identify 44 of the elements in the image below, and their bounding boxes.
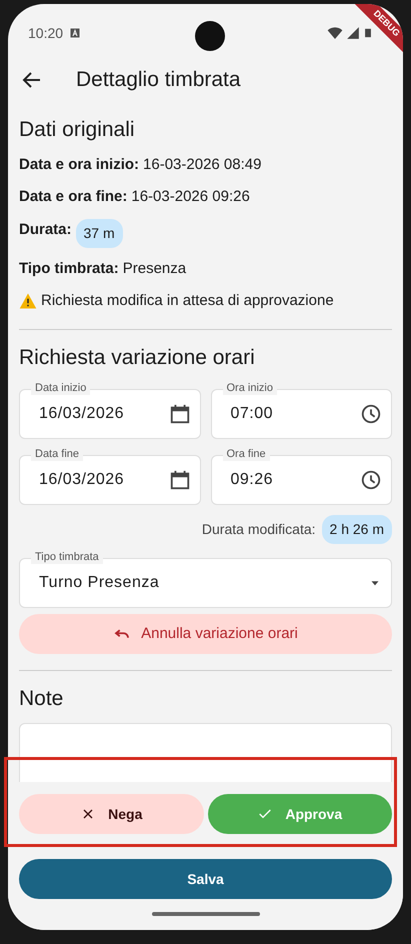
field-value: 07:00 bbox=[230, 404, 274, 424]
field-label: Tipo timbrata: bbox=[19, 258, 119, 278]
floating-label: Tipo timbrata bbox=[31, 550, 103, 564]
floating-label: Data fine bbox=[31, 447, 84, 461]
field-value: Presenza bbox=[122, 258, 186, 278]
section-title: Note bbox=[19, 686, 64, 712]
notification-icon bbox=[69, 27, 82, 39]
page-title: Dettaglio timbrata bbox=[76, 67, 241, 94]
field-label: Data e ora inizio: bbox=[19, 154, 140, 174]
dropdown-field[interactable]: Tipo timbrata Turno Presenza bbox=[19, 550, 392, 608]
time-field[interactable]: Ora fine 09:26 bbox=[210, 447, 392, 505]
field-label: Data e ora fine: bbox=[19, 187, 128, 207]
warning-text: Richiesta modifica in attesa di approvazione bbox=[41, 291, 334, 311]
section-title: Dati originali bbox=[19, 117, 136, 143]
time-field[interactable]: Ora inizio 07:00 bbox=[210, 381, 392, 439]
duration-chip: 2 h 26 m bbox=[322, 515, 392, 544]
floating-label: Data inizio bbox=[31, 381, 90, 395]
warning-icon bbox=[19, 292, 37, 310]
calendar-icon bbox=[168, 469, 190, 491]
field-label: Durata: bbox=[19, 220, 72, 240]
clock-icon bbox=[360, 403, 382, 425]
duration-label: Durata modificata: bbox=[202, 520, 316, 539]
field-value: 16/03/2026 bbox=[39, 404, 126, 424]
field-value: 16-03-2026 08:49 bbox=[143, 154, 262, 174]
clock-icon bbox=[360, 469, 382, 491]
wifi-icon bbox=[327, 25, 343, 41]
floating-label: Ora inizio bbox=[222, 381, 277, 395]
signal-icon bbox=[346, 25, 360, 41]
save-button[interactable]: Salva bbox=[19, 859, 392, 899]
notes-field[interactable] bbox=[19, 722, 392, 782]
field-value: Turno Presenza bbox=[39, 573, 160, 593]
calendar-icon bbox=[168, 403, 190, 425]
floating-label: Ora fine bbox=[222, 447, 270, 461]
field-value: 16/03/2026 bbox=[39, 470, 126, 490]
status-time: 10:20 bbox=[28, 24, 64, 42]
section-title: Richiesta variazione orari bbox=[19, 344, 256, 370]
field-value: 16-03-2026 09:26 bbox=[131, 187, 250, 207]
cancel-changes-button[interactable]: Annulla variazione orari bbox=[19, 614, 392, 654]
deny-button[interactable]: Nega bbox=[19, 794, 204, 834]
field-value: 09:26 bbox=[230, 470, 274, 490]
duration-chip: 37 m bbox=[76, 218, 123, 248]
date-field[interactable]: Data fine 16/03/2026 bbox=[19, 447, 200, 505]
camera-hole bbox=[195, 21, 225, 51]
date-field[interactable]: Data inizio 16/03/2026 bbox=[19, 381, 200, 439]
